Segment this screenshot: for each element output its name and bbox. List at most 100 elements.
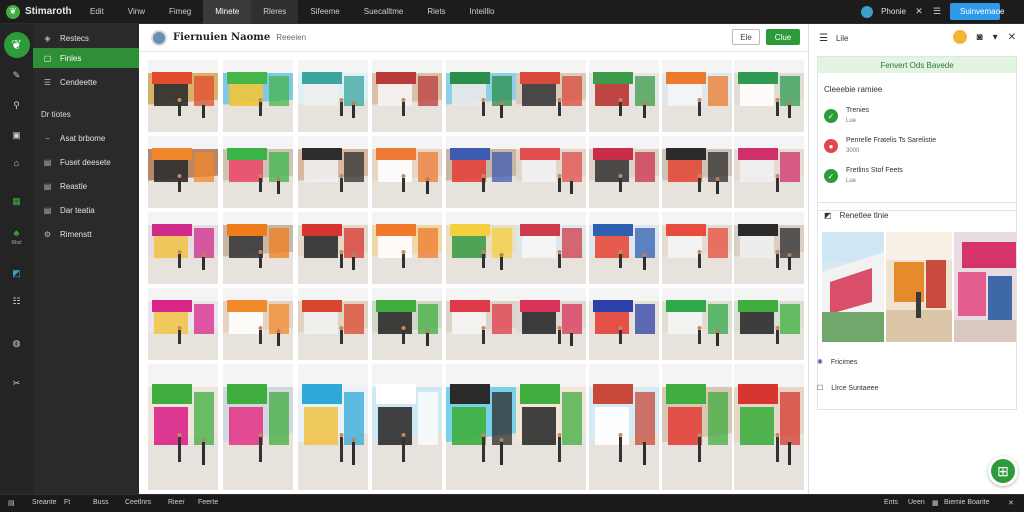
asset-thumbnail[interactable] xyxy=(148,136,218,208)
chevron-down-icon[interactable]: ▾ xyxy=(993,32,998,43)
asset-thumbnail[interactable] xyxy=(223,60,293,132)
gallery-thumb-3[interactable] xyxy=(954,232,1016,342)
asset-thumbnail[interactable] xyxy=(446,288,516,360)
secondary-button[interactable]: Ele xyxy=(732,29,760,45)
status-item[interactable]: Sreante xyxy=(32,499,57,506)
asset-thumbnail[interactable] xyxy=(734,136,804,208)
status-item[interactable]: Ceetlnrs xyxy=(125,499,151,506)
asset-thumbnail[interactable] xyxy=(516,212,586,284)
status-item[interactable]: Ft xyxy=(64,499,70,506)
asset-thumbnail[interactable] xyxy=(734,364,804,490)
rail-item-grid[interactable]: ▦ xyxy=(0,196,33,207)
status-item[interactable]: Ueen xyxy=(908,499,925,506)
asset-thumbnail[interactable] xyxy=(516,288,586,360)
asset-thumbnail[interactable] xyxy=(662,288,732,360)
asset-thumbnail[interactable] xyxy=(148,288,218,360)
asset-thumbnail[interactable] xyxy=(372,364,442,490)
close-icon[interactable]: ✕ xyxy=(914,6,924,17)
asset-thumbnail[interactable] xyxy=(223,364,293,490)
asset-thumbnail[interactable] xyxy=(516,136,586,208)
rail-item-link[interactable]: ⚲ xyxy=(0,100,33,111)
rail-item-globe[interactable]: ◍ xyxy=(0,338,33,349)
asset-thumbnail[interactable] xyxy=(516,60,586,132)
asset-thumbnail[interactable] xyxy=(446,212,516,284)
rail-item-sliders[interactable]: ☷ xyxy=(0,296,33,307)
asset-thumbnail[interactable] xyxy=(148,212,218,284)
tab-6[interactable]: Sifeeme xyxy=(298,0,351,24)
asset-thumbnail[interactable] xyxy=(589,60,659,132)
sidebar-sub-item-5[interactable]: ⚙ Rimenstt xyxy=(33,224,139,244)
asset-thumbnail[interactable] xyxy=(734,60,804,132)
gallery-thumb-2[interactable] xyxy=(886,232,952,342)
asset-thumbnail[interactable] xyxy=(662,60,732,132)
tab-3[interactable]: Fimeg xyxy=(157,0,203,24)
info-row-1[interactable]: ✓ Trenies Lue xyxy=(824,107,869,124)
coin-icon[interactable] xyxy=(952,30,967,44)
rail-item-wrench[interactable]: ✂ xyxy=(0,378,33,389)
asset-thumbnail[interactable] xyxy=(298,212,368,284)
asset-thumbnail[interactable] xyxy=(298,60,368,132)
status-item[interactable]: Feerte xyxy=(198,499,218,506)
asset-thumbnail[interactable] xyxy=(298,288,368,360)
panel-list-item-2[interactable]: ☐ Llrce Suntaeee xyxy=(817,384,878,393)
asset-thumbnail[interactable] xyxy=(446,364,516,490)
asset-thumbnail[interactable] xyxy=(589,136,659,208)
user-avatar-icon[interactable] xyxy=(861,5,874,18)
rail-item-image[interactable]: ◩ xyxy=(0,268,33,279)
tab-view[interactable]: Vinw xyxy=(116,0,157,24)
sidebar-item-3[interactable]: ☰ Cendeette xyxy=(33,72,139,92)
sidebar-item-2[interactable]: ▢ Finles xyxy=(33,48,139,68)
tab-7[interactable]: Suecalltme xyxy=(352,0,416,24)
rail-item-home[interactable]: ❦ xyxy=(0,32,33,58)
status-item[interactable]: Rieer xyxy=(168,499,185,506)
asset-thumbnail[interactable] xyxy=(734,212,804,284)
tab-5[interactable]: Rleres xyxy=(251,0,299,24)
menu-icon[interactable]: ☰ xyxy=(932,6,942,17)
asset-thumbnail[interactable] xyxy=(589,364,659,490)
sidebar-sub-item-3[interactable]: ▤ Reastle xyxy=(33,176,139,196)
asset-thumbnail[interactable] xyxy=(734,288,804,360)
rail-item-lock[interactable]: ⌂ xyxy=(0,158,33,168)
asset-thumbnail[interactable] xyxy=(223,136,293,208)
panel-list-item-1[interactable]: ✺ Fricimes xyxy=(817,358,857,367)
asset-thumbnail[interactable] xyxy=(148,60,218,132)
info-row-3[interactable]: ✓ Fretlins Stof Feets Lue xyxy=(824,167,903,184)
avatar[interactable] xyxy=(151,29,167,46)
tab-4[interactable]: Minete xyxy=(203,0,252,24)
asset-thumbnail[interactable] xyxy=(662,364,732,490)
asset-thumbnail[interactable] xyxy=(446,60,516,132)
asset-thumbnail[interactable] xyxy=(223,288,293,360)
tab-edit[interactable]: Edit xyxy=(78,0,116,24)
gallery-thumb-1[interactable] xyxy=(822,232,884,342)
sidebar-sub-item-4[interactable]: ▤ Dar teatia xyxy=(33,200,139,220)
close-icon[interactable]: ✕ xyxy=(1008,499,1014,507)
rail-item-edit[interactable]: ✎ xyxy=(0,70,33,81)
asset-thumbnail[interactable] xyxy=(446,136,516,208)
primary-action-button[interactable]: Suinvemaoe xyxy=(950,3,1004,20)
sidebar-sub-item-2[interactable]: ▤ Fuset deesete xyxy=(33,152,139,172)
rail-item-tree[interactable]: ♣ Rbsl xyxy=(0,228,33,246)
close-icon[interactable]: ✕ xyxy=(1008,32,1016,43)
sidebar-sub-item-1[interactable]: − Asat brbome xyxy=(33,128,139,148)
asset-thumbnail[interactable] xyxy=(372,136,442,208)
status-menu-icon[interactable]: ▤ xyxy=(8,499,15,507)
status-item[interactable]: Buss xyxy=(93,499,109,506)
status-item[interactable]: Biemie Boarite xyxy=(944,499,990,506)
asset-thumbnail[interactable] xyxy=(298,136,368,208)
menu-icon[interactable]: ☰ xyxy=(819,33,828,44)
asset-thumbnail[interactable] xyxy=(298,364,368,490)
floating-action-button[interactable]: ⊞ xyxy=(988,456,1018,486)
rail-item-box[interactable]: ▣ xyxy=(0,130,33,141)
info-row-2[interactable]: ● Penrelle Fratelis Ts Sarelistie 3000 xyxy=(824,137,936,154)
tab-9[interactable]: Inteilllo xyxy=(458,0,507,24)
primary-button[interactable]: Clue xyxy=(766,29,800,45)
asset-thumbnail[interactable] xyxy=(372,60,442,132)
asset-thumbnail[interactable] xyxy=(223,212,293,284)
asset-thumbnail[interactable] xyxy=(589,212,659,284)
asset-thumbnail[interactable] xyxy=(589,288,659,360)
user-name[interactable]: Phonie xyxy=(881,7,906,16)
asset-thumbnail[interactable] xyxy=(372,212,442,284)
asset-thumbnail[interactable] xyxy=(516,364,586,490)
grid-icon[interactable]: ▦ xyxy=(932,499,939,507)
status-item[interactable]: Ents xyxy=(884,499,898,506)
